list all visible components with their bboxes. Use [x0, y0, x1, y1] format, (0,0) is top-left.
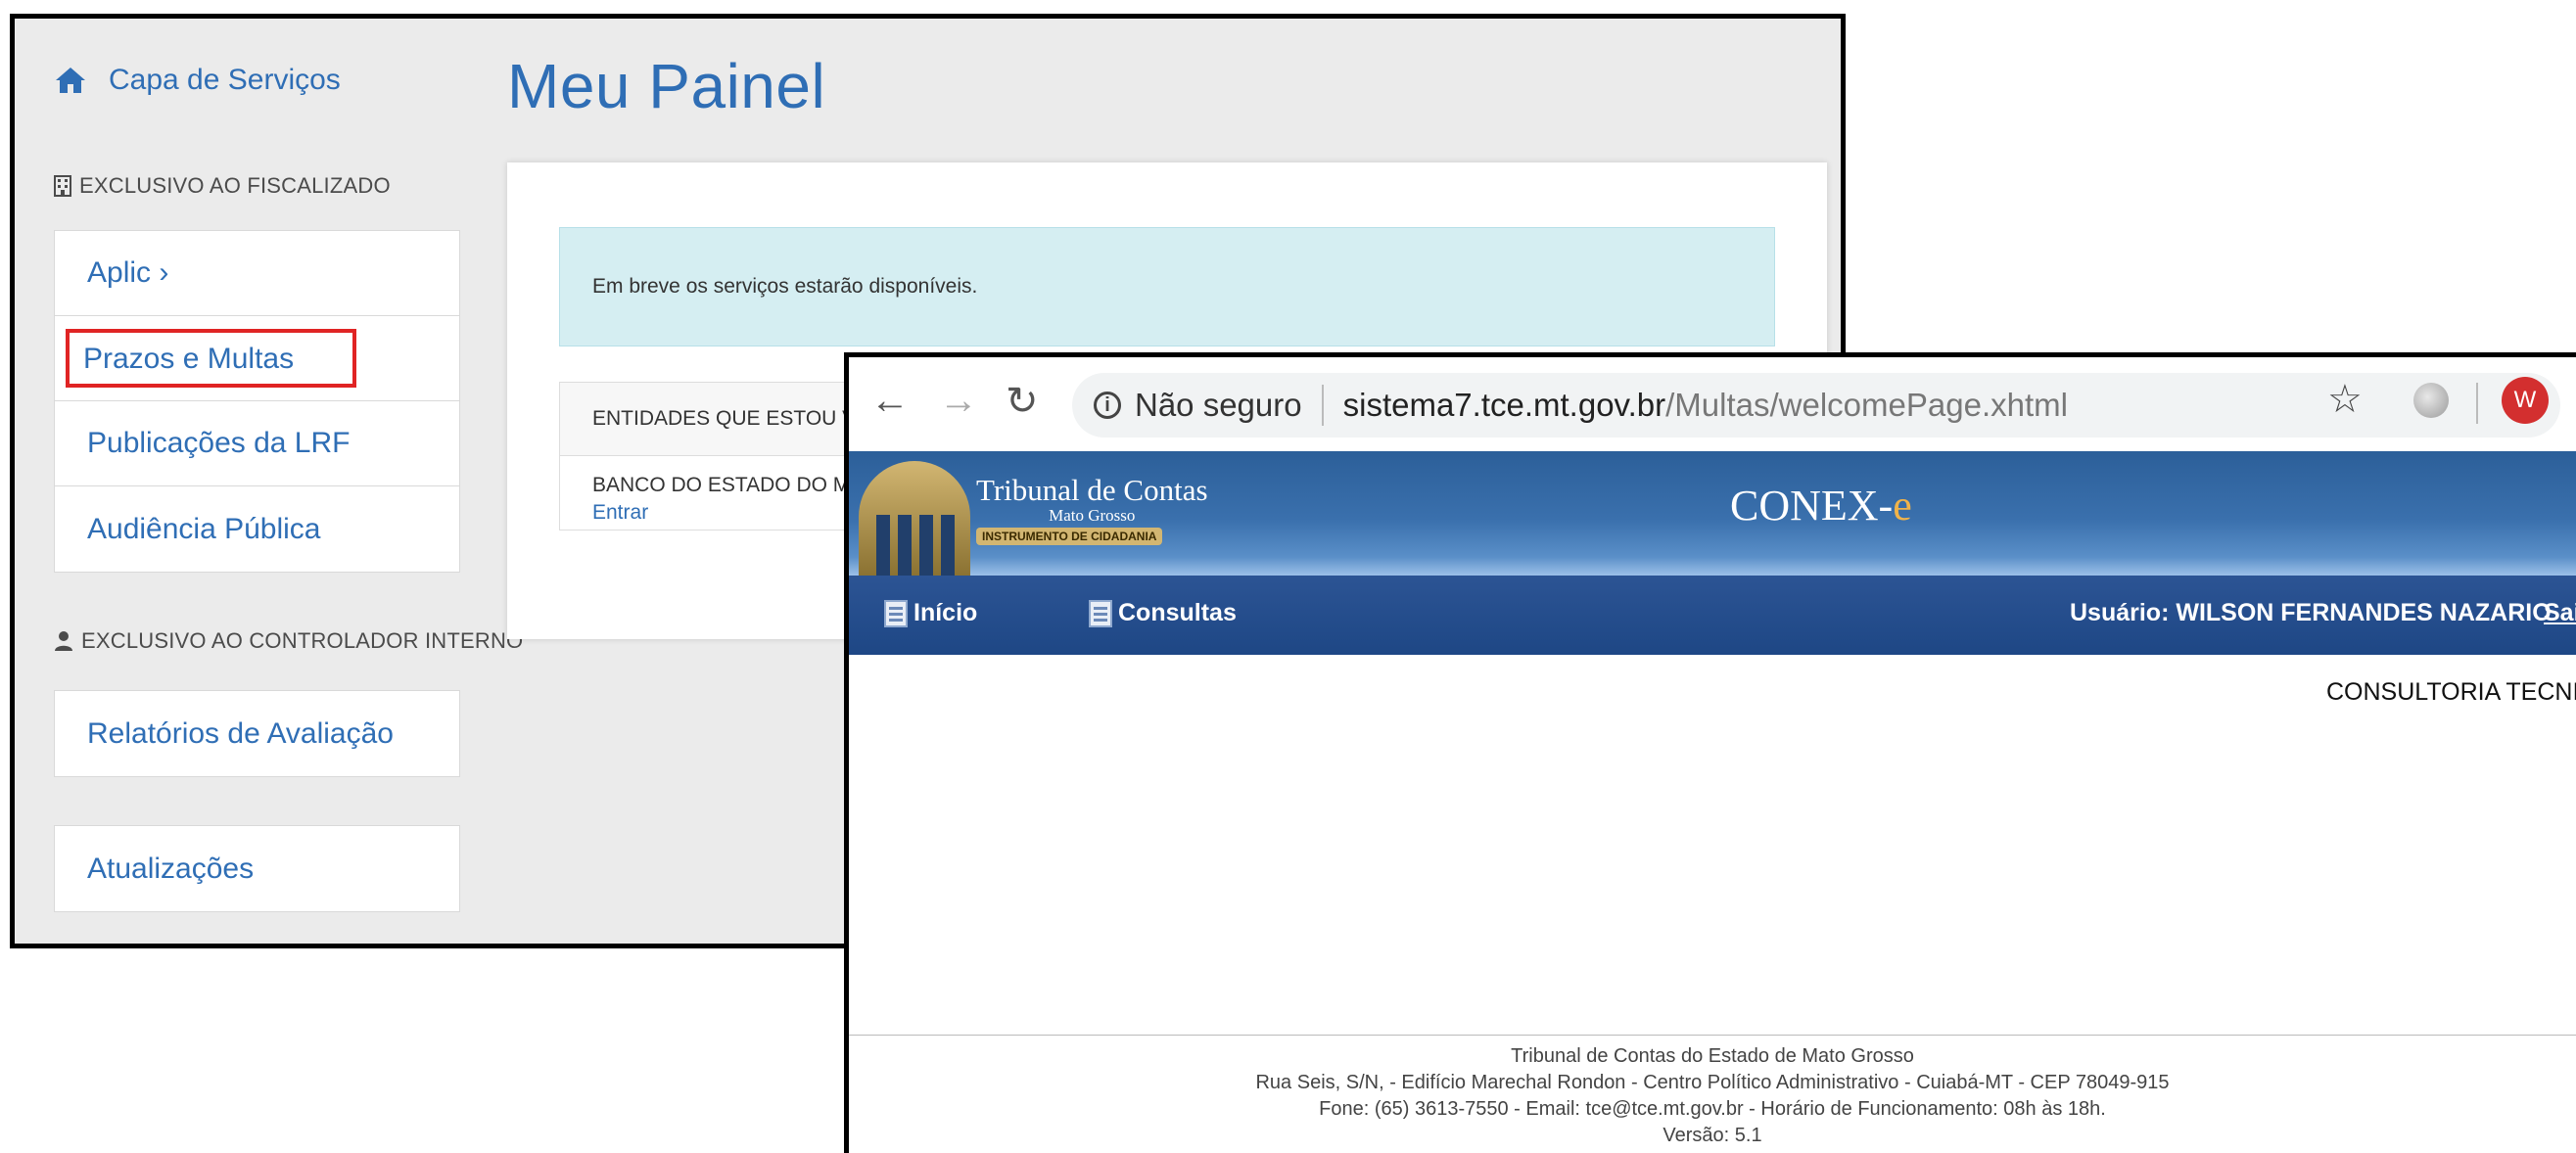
nav-consultas-label: Consultas — [1118, 599, 1237, 626]
back-arrow-icon[interactable]: ← — [870, 379, 910, 423]
section-fiscalizado-label: EXCLUSIVO AO FISCALIZADO — [79, 173, 391, 198]
menu-item-label: Relatórios de Avaliação — [87, 716, 394, 750]
building-icon — [54, 175, 71, 197]
menu-item-label: Atualizações — [87, 852, 255, 885]
logo-line1: Tribunal de Contas — [976, 473, 1208, 507]
fiscalizado-menu: Aplic › Prazos e Multas Publicações da L… — [54, 230, 460, 573]
controlador-menu: Relatórios de Avaliação — [54, 690, 460, 777]
updates-menu: Atualizações — [54, 825, 460, 912]
conex-brand: CONEX-e — [1730, 481, 1912, 530]
logout-link[interactable]: Sair — [2544, 599, 2576, 627]
menu-item-label: Audiência Pública — [87, 512, 321, 545]
home-link[interactable]: Capa de Serviços — [54, 64, 341, 97]
menu-item-audiencia-publica[interactable]: Audiência Pública — [55, 486, 459, 572]
logo-line3: INSTRUMENTO DE CIDADANIA — [976, 528, 1163, 545]
menu-item-label: Prazos e Multas — [66, 329, 357, 388]
site-navbar: Início Consultas Usuário: WILSON FERNAND… — [849, 576, 2576, 655]
omnibox-divider — [1321, 385, 1324, 426]
info-alert: Em breve os serviços estarão disponíveis… — [559, 227, 1775, 346]
tce-logo-emblem — [859, 461, 970, 576]
menu-item-publicacoes-lrf[interactable]: Publicações da LRF — [55, 401, 459, 486]
document-icon — [1089, 599, 1112, 627]
info-icon[interactable]: i — [1094, 392, 1121, 419]
menu-item-prazos-multas[interactable]: Prazos e Multas — [55, 316, 459, 401]
footer-line: Fone: (65) 3613-7550 - Email: tce@tce.mt… — [1319, 1098, 2106, 1120]
footer-line: Tribunal de Contas do Estado de Mato Gro… — [1511, 1045, 1914, 1067]
menu-item-relatorios-avaliacao[interactable]: Relatórios de Avaliação — [55, 691, 459, 776]
section-controlador-label: EXCLUSIVO AO CONTROLADOR INTERNO — [81, 628, 524, 653]
footer-line: Rua Seis, S/N, - Edifício Marechal Rondo… — [1255, 1072, 2170, 1093]
menu-item-atualizacoes[interactable]: Atualizações — [55, 826, 459, 911]
tce-logo-text: Tribunal de Contas Mato Grosso INSTRUMEN… — [976, 473, 1208, 545]
user-icon — [55, 631, 72, 651]
section-controlador: EXCLUSIVO AO CONTROLADOR INTERNO — [54, 628, 523, 654]
brand-e: e — [1893, 482, 1912, 530]
home-icon — [56, 68, 85, 93]
security-label: Não seguro — [1135, 387, 1302, 423]
star-icon[interactable]: ☆ — [2327, 377, 2363, 422]
footer-line: Versão: 5.1 — [1663, 1125, 1762, 1146]
menu-item-aplic[interactable]: Aplic › — [55, 231, 459, 316]
forward-arrow-icon[interactable]: → — [939, 379, 978, 423]
browser-toolbar: ← → ↻ i Não seguro sistema7.tce.mt.gov.b… — [849, 357, 2576, 451]
site-header: Tribunal de Contas Mato Grosso INSTRUMEN… — [849, 451, 2576, 576]
department-label: CONSULTORIA TECNICA — [2326, 678, 2576, 706]
page-title: Meu Painel — [507, 51, 826, 121]
profile-avatar[interactable]: W — [2502, 377, 2549, 424]
document-icon — [884, 599, 908, 627]
user-info: Usuário: WILSON FERNANDES NAZARIO — [2070, 599, 2552, 626]
browser-window: ← → ↻ i Não seguro sistema7.tce.mt.gov.b… — [844, 352, 2576, 1153]
home-link-label: Capa de Serviços — [109, 64, 341, 96]
reload-icon[interactable]: ↻ — [1006, 379, 1039, 424]
url-path: /Multas/welcomePage.xhtml — [1665, 387, 2068, 423]
site-footer: Tribunal de Contas do Estado de Mato Gro… — [849, 1035, 2576, 1149]
toolbar-divider — [2476, 383, 2478, 424]
brand-main: CONEX- — [1730, 482, 1894, 530]
extension-icon[interactable] — [2413, 383, 2449, 418]
logo-line2: Mato Grosso — [1049, 506, 1136, 525]
section-fiscalizado: EXCLUSIVO AO FISCALIZADO — [54, 173, 391, 199]
menu-item-label: Aplic › — [87, 256, 169, 289]
menu-item-label: Publicações da LRF — [87, 427, 351, 459]
nav-consultas[interactable]: Consultas — [1089, 599, 1237, 627]
entity-name: BANCO DO ESTADO DO MAT — [592, 474, 875, 496]
nav-inicio-label: Início — [913, 599, 978, 626]
nav-inicio[interactable]: Início — [884, 599, 977, 627]
url-host: sistema7.tce.mt.gov.br — [1342, 387, 1666, 423]
